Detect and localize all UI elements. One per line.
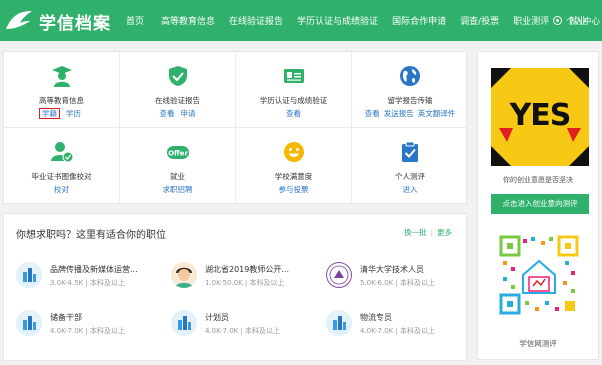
offer-icon: Offer [166, 146, 189, 159]
link-vote[interactable]: 参与投票 [279, 185, 309, 194]
link-view[interactable]: 查看 [160, 109, 175, 118]
service-personal-assessment: 个人测评 进入 [352, 128, 468, 204]
smile-icon [283, 142, 304, 162]
globe-icon [400, 66, 420, 86]
service-title: 学历认证与成绩验证 [259, 96, 328, 105]
job-item[interactable]: 品牌传播及新媒体运营... 3.0K-4.5K | 本科及以上 [16, 262, 166, 302]
more-jobs-link[interactable]: 更多 [437, 228, 452, 237]
clipboard-check-icon [402, 141, 418, 162]
service-certification: 学历认证与成绩验证 查看 [236, 52, 352, 128]
service-higher-education: 高等教育信息 学籍 学历 [4, 52, 120, 128]
company-logo-icon [16, 310, 42, 336]
refresh-jobs-link[interactable]: 换一批 [404, 228, 427, 237]
job-salary: 4.0K-7.0K | 本科及以上 [360, 327, 436, 335]
link-proofread[interactable]: 校对 [54, 185, 69, 194]
jobs-title: 你想求职吗？这里有适合你的职位 [16, 230, 166, 241]
company-logo-icon [326, 310, 352, 336]
service-employment: Offer 就业 求职招聘 [120, 128, 236, 204]
link-enter[interactable]: 进入 [403, 185, 418, 194]
company-logo-icon [16, 262, 42, 288]
job-title: 储备干部 [50, 313, 82, 322]
nav-international[interactable]: 国际合作申请 [392, 14, 446, 27]
id-card-icon [283, 69, 304, 83]
job-title: 湖北省2019教师公开... [205, 265, 289, 274]
service-title: 学校满意度 [274, 172, 313, 181]
jobs-actions: 换一批 | 更多 [404, 227, 452, 238]
nav-career-test[interactable]: 职业测评 [513, 14, 549, 27]
user-center[interactable]: 个人中心 [552, 0, 600, 41]
service-title: 就业 [170, 172, 185, 181]
job-item[interactable]: 计划员 4.0K-7.0K | 本科及以上 [171, 310, 321, 350]
svg-text:Offer: Offer [168, 150, 188, 158]
job-title: 清华大学技术人员 [360, 265, 424, 274]
link-job-search[interactable]: 求职招聘 [163, 185, 193, 194]
top-header: 学信档案 首页 高等教育信息 在线验证报告 学历认证与成绩验证 国际合作申请 调… [0, 0, 602, 41]
nav-certification[interactable]: 学历认证与成绩验证 [297, 14, 378, 27]
user-icon [552, 16, 562, 25]
job-salary: 1.0K-50.0K | 本科及以上 [205, 279, 285, 287]
shield-check-icon [168, 66, 187, 86]
ad-yes-text: YES [509, 98, 572, 133]
link-view[interactable]: 查看 [365, 109, 380, 118]
entrepreneurship-ad-image[interactable]: YES [491, 68, 589, 166]
link-student-status[interactable]: 学籍 [39, 108, 60, 119]
qr-code-icon [499, 235, 579, 315]
service-title: 毕业证书图像校对 [31, 172, 92, 181]
service-diploma-proofread: 毕业证书图像校对 校对 [4, 128, 120, 204]
link-view[interactable]: 查看 [286, 109, 301, 118]
nav-higher-education[interactable]: 高等教育信息 [161, 14, 215, 27]
job-salary: 4.0K-7.0K | 本科及以上 [50, 327, 126, 335]
nav-survey[interactable]: 调查/投票 [460, 14, 499, 27]
service-title: 在线验证报告 [155, 96, 200, 105]
service-online-verification: 在线验证报告 查看 申请 [120, 52, 236, 128]
job-title: 计划员 [205, 313, 229, 322]
graduate-icon [51, 66, 72, 87]
link-degree[interactable]: 学历 [66, 109, 81, 118]
nav-home[interactable]: 首页 [126, 14, 144, 27]
job-item[interactable]: 物流专员 4.0K-7.0K | 本科及以上 [326, 310, 476, 350]
job-title: 品牌传播及新媒体运营... [50, 265, 138, 274]
entrepreneurship-test-button[interactable]: 点击进入创业意向测评 [491, 194, 589, 214]
user-check-icon [50, 142, 73, 163]
logo-text: 学信档案 [39, 13, 111, 34]
teacher-avatar-icon [171, 262, 197, 288]
sidebar-panel: YES 你的创业意愿是否坚决 点击进入创业意向测评 学信网测评 [477, 51, 599, 360]
job-item[interactable]: 湖北省2019教师公开... 1.0K-50.0K | 本科及以上 [171, 262, 321, 302]
qr-caption: 学信网测评 [519, 339, 557, 348]
service-title: 留学报告传输 [387, 96, 433, 105]
jobs-panel: 你想求职吗？这里有适合你的职位 换一批 | 更多 品牌传播及新媒体运营... 3.0… [3, 213, 467, 361]
service-title: 高等教育信息 [39, 96, 84, 105]
link-send-report[interactable]: 发送报告 [384, 109, 414, 118]
job-item[interactable]: 储备干部 4.0K-7.0K | 本科及以上 [16, 310, 166, 350]
service-title: 个人测评 [395, 172, 425, 181]
job-salary: 5.0K-6.0K | 本科及以上 [360, 279, 436, 287]
link-apply[interactable]: 申请 [181, 109, 196, 118]
link-english-translation[interactable]: 英文翻译件 [418, 109, 456, 118]
logo-wing-icon [6, 11, 32, 29]
service-school-satisfaction: 学校满意度 参与投票 [236, 128, 352, 204]
job-salary: 3.0K-4.5K | 本科及以上 [50, 279, 126, 287]
site-logo[interactable]: 学信档案 [4, 8, 111, 34]
university-emblem-icon [326, 262, 352, 288]
job-salary: 4.0K-7.0K | 本科及以上 [205, 327, 281, 335]
survey-caption: 你的创业意愿是否坚决 [503, 176, 573, 184]
services-panel: 高等教育信息 学籍 学历 在线验证报告 查看 申请 学历认证与成绩验证 查看 留… [3, 51, 468, 204]
nav-online-verification[interactable]: 在线验证报告 [229, 14, 283, 27]
user-center-label: 个人中心 [565, 16, 600, 27]
job-item[interactable]: 清华大学技术人员 5.0K-6.0K | 本科及以上 [326, 262, 476, 302]
main-nav: 首页 高等教育信息 在线验证报告 学历认证与成绩验证 国际合作申请 调查/投票 … [126, 0, 587, 41]
divider: | [430, 228, 433, 237]
service-study-abroad: 留学报告传输 查看 发送报告 英文翻译件 [352, 52, 468, 128]
job-title: 物流专员 [360, 313, 392, 322]
company-logo-icon [171, 310, 197, 336]
